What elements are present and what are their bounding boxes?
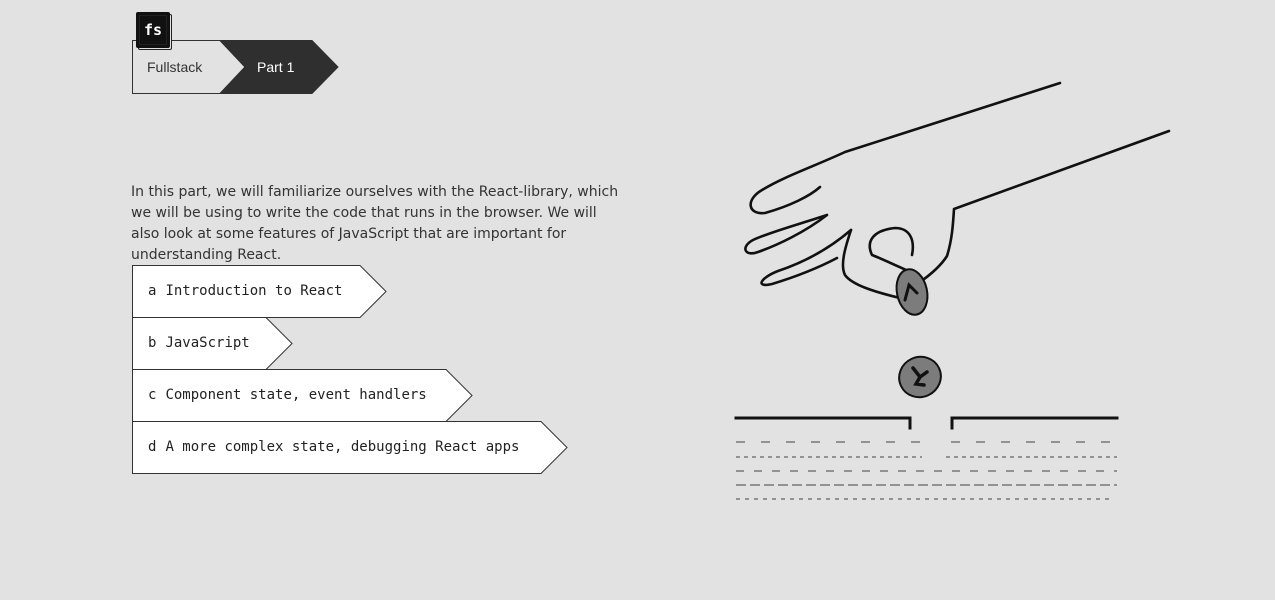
logo-mark: fs [136,12,170,48]
coin-slot-icon [734,416,1119,430]
section-letter: d [148,439,157,455]
falling-coin-icon [898,355,942,399]
hand-dropping-coin-illustration [734,81,1171,500]
part-intro: In this part, we will familiarize oursel… [131,184,619,263]
hand-icon [744,81,1171,300]
section-b-link[interactable]: b JavaScript [132,317,582,370]
section-a-link[interactable]: a Introduction to React [132,265,582,318]
section-d-link[interactable]: d A more complex state, debugging React a… [132,421,582,474]
section-letter: b [148,335,157,351]
section-c-link[interactable]: c Component state, event handlers [132,369,582,422]
coin-in-hand-icon [895,268,929,316]
section-title: JavaScript [165,335,250,351]
section-title: Introduction to React [165,283,343,299]
section-letter: a [148,283,157,299]
breadcrumb-part-1[interactable]: Part 1 [257,40,294,94]
section-list: a Introduction to React b JavaScript c Comp… [132,265,582,474]
section-title: A more complex state, debugging React ap… [165,439,520,455]
fullstack-logo[interactable]: fs [136,12,172,50]
ground-dashes-icon [736,441,1117,500]
section-title: Component state, event handlers [165,387,427,403]
section-letter: c [148,387,157,403]
